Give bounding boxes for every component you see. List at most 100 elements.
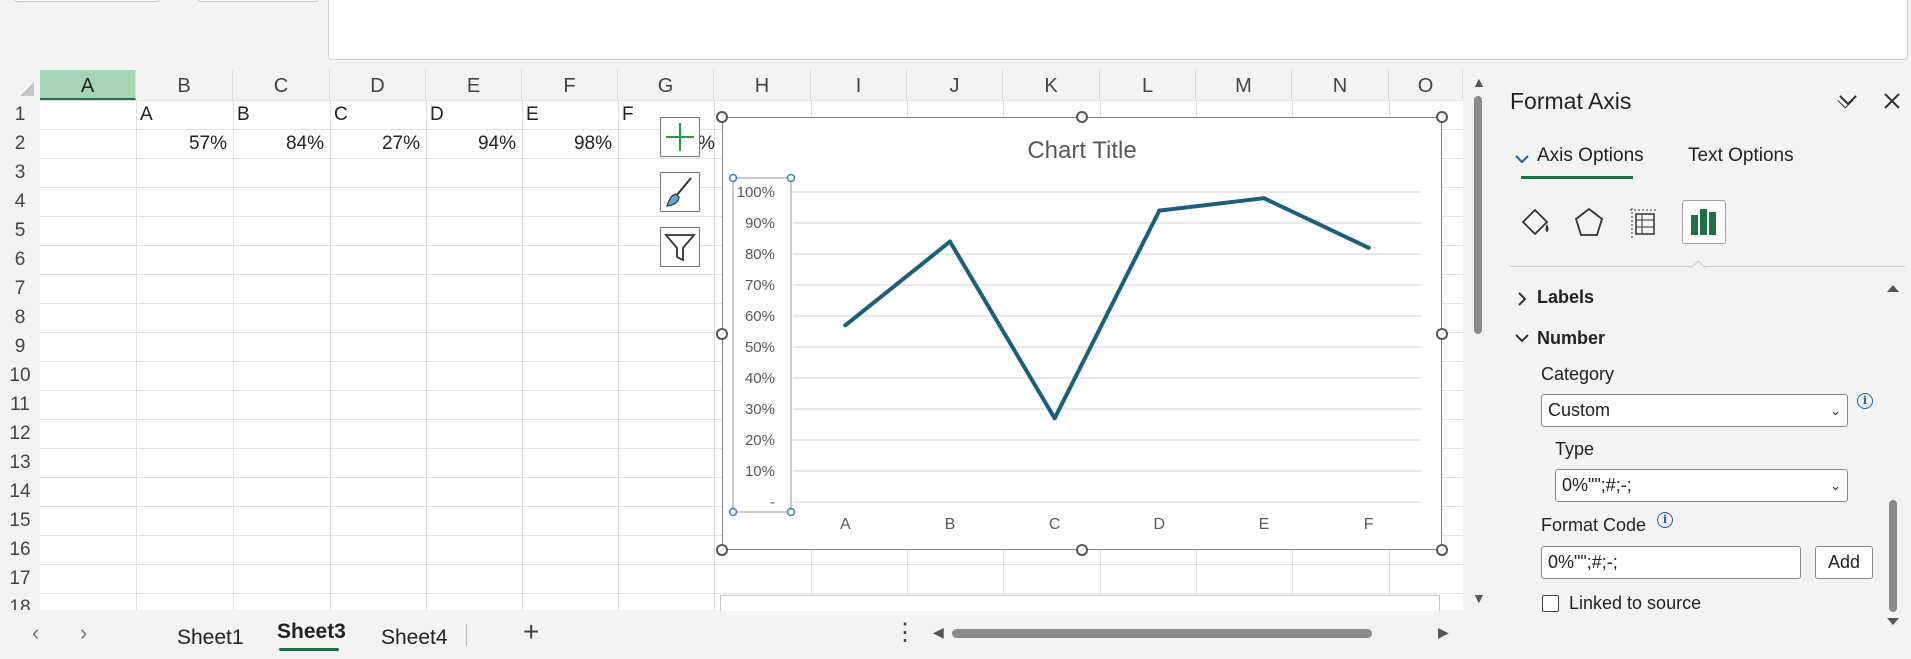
name-box[interactable]	[14, 0, 160, 2]
pane-scroll-down-icon[interactable]	[1886, 617, 1900, 627]
y-tick-label: 10%	[745, 463, 775, 480]
format-code-label: Format Code	[1541, 515, 1647, 535]
chevron-right-icon[interactable]	[1517, 292, 1527, 306]
y-tick-label: 40%	[745, 370, 775, 387]
cell-d2[interactable]: 27%	[330, 129, 420, 158]
y-tick-label: 50%	[745, 339, 775, 356]
cell-g1[interactable]: F	[622, 100, 634, 129]
info-icon[interactable]: i	[1857, 393, 1873, 409]
cell-f1[interactable]: E	[526, 100, 539, 129]
more-options-icon[interactable]: ⋮	[893, 618, 917, 647]
gridline	[40, 593, 1463, 594]
pane-title: Format Axis	[1510, 88, 1632, 114]
line-chart[interactable]: Chart Title 100% 90% 80% 70% 60% 50% 40% 30% 20% 1…	[716, 111, 1448, 556]
effects-button[interactable]	[1567, 200, 1611, 244]
tab-text-options[interactable]: Text Options	[1688, 145, 1794, 167]
cell-g2[interactable]: %	[698, 129, 715, 158]
info-icon[interactable]: i	[1657, 512, 1673, 528]
add-sheet-icon[interactable]: +	[523, 616, 539, 648]
scroll-down-icon[interactable]: ▼	[1472, 590, 1486, 606]
pane-scroll-up-icon[interactable]	[1886, 283, 1900, 293]
chart-resize-handle[interactable]	[716, 327, 728, 340]
prev-sheet-icon[interactable]: ‹	[32, 620, 39, 646]
gridline	[233, 100, 234, 610]
scroll-left-icon[interactable]: ◀	[933, 624, 944, 641]
format-code-value: 0%"";#;-;	[1548, 552, 1618, 572]
type-dropdown[interactable]: 0%"";#;-; ⌄	[1555, 469, 1848, 502]
formula-input[interactable]	[328, 0, 1908, 60]
data-point	[948, 239, 952, 244]
gridline	[618, 100, 619, 610]
chevron-down-icon	[1515, 155, 1529, 164]
labels-section-header[interactable]: Labels	[1537, 287, 1594, 308]
cell-b2[interactable]: 57%	[136, 129, 227, 158]
chart-elements-button[interactable]	[660, 117, 700, 157]
chevron-down-icon: ⌄	[1830, 403, 1841, 418]
chart-resize-handle[interactable]	[1436, 111, 1448, 123]
linked-to-source-checkbox[interactable]	[1542, 595, 1559, 612]
sheet-tab-1[interactable]: Sheet1	[167, 622, 254, 654]
size-properties-button[interactable]	[1622, 200, 1666, 244]
paint-bucket-icon	[1521, 208, 1549, 236]
axis-options-button[interactable]	[1682, 200, 1726, 244]
formula-controls[interactable]	[197, 0, 319, 2]
format-code-input[interactable]: 0%"";#;-;	[1541, 546, 1801, 579]
tab-axis-options[interactable]: Axis Options	[1537, 145, 1644, 167]
close-icon[interactable]	[1883, 92, 1901, 110]
tab-divider	[466, 624, 467, 646]
cell-c2[interactable]: 84%	[233, 129, 324, 158]
next-sheet-icon[interactable]: ›	[80, 620, 87, 646]
x-tick-label: E	[1259, 516, 1270, 533]
data-point	[1052, 416, 1057, 421]
cell-e2[interactable]: 94%	[426, 129, 516, 158]
x-tick-label: D	[1154, 516, 1166, 533]
data-point	[1262, 196, 1266, 201]
type-value: 0%"";#;-;	[1562, 475, 1632, 495]
data-point	[1157, 208, 1162, 213]
y-tick-label: 70%	[745, 277, 775, 294]
chart-filters-button[interactable]	[660, 227, 700, 267]
paintbrush-icon	[666, 177, 692, 207]
cell-d1[interactable]: C	[334, 100, 348, 129]
chart-resize-handle[interactable]	[1076, 544, 1088, 556]
chart-object-edge[interactable]	[720, 595, 1440, 611]
cell-e1[interactable]: D	[430, 100, 444, 129]
number-section-header[interactable]: Number	[1537, 328, 1605, 349]
x-tick-label: F	[1364, 516, 1374, 533]
category-label: Category	[1541, 364, 1615, 384]
vertical-scrollbar[interactable]: ▲ ▼	[1463, 70, 1493, 610]
horizontal-scroll-thumb[interactable]	[952, 629, 1372, 638]
scroll-right-icon[interactable]: ▶	[1438, 624, 1449, 641]
chart-styles-button[interactable]	[660, 172, 700, 212]
chart-plot: Chart Title 100% 90% 80% 70% 60% 50% 40% 30% 20% 1…	[728, 137, 1421, 533]
pane-options-icon[interactable]	[1838, 92, 1858, 108]
y-tick-label: 100%	[737, 184, 775, 201]
chevron-down-icon[interactable]	[1515, 333, 1529, 343]
category-value: Custom	[1548, 400, 1611, 420]
cell-f2[interactable]: 98%	[522, 129, 612, 158]
sheet-tab-3[interactable]: Sheet3	[267, 616, 356, 648]
bar-chart-icon	[1691, 209, 1716, 235]
scroll-up-icon[interactable]: ▲	[1472, 74, 1486, 90]
cell-c1[interactable]: B	[237, 100, 250, 129]
vertical-scroll-thumb[interactable]	[1474, 96, 1482, 334]
fill-line-button[interactable]	[1513, 200, 1557, 244]
chart-resize-handle[interactable]	[1436, 544, 1448, 556]
horizontal-scrollbar[interactable]: ◀ ▶	[933, 624, 1449, 642]
add-button[interactable]: Add	[1815, 546, 1873, 579]
data-point	[843, 323, 848, 328]
gridline	[522, 100, 523, 610]
chart-resize-handle[interactable]	[716, 544, 728, 556]
chart-resize-handle[interactable]	[1076, 111, 1088, 123]
linked-to-source-label: Linked to source	[1569, 593, 1702, 613]
type-label: Type	[1555, 439, 1595, 459]
category-dropdown[interactable]: Custom ⌄	[1541, 394, 1848, 427]
gridline	[330, 100, 331, 610]
y-tick-label: 20%	[745, 432, 775, 449]
chart-resize-handle[interactable]	[1436, 327, 1448, 340]
cell-b1[interactable]: A	[140, 100, 153, 129]
chart-resize-handle[interactable]	[716, 111, 728, 123]
pane-scroll-thumb[interactable]	[1889, 500, 1897, 612]
gridline	[40, 564, 1463, 565]
sheet-tab-4[interactable]: Sheet4	[371, 622, 458, 654]
